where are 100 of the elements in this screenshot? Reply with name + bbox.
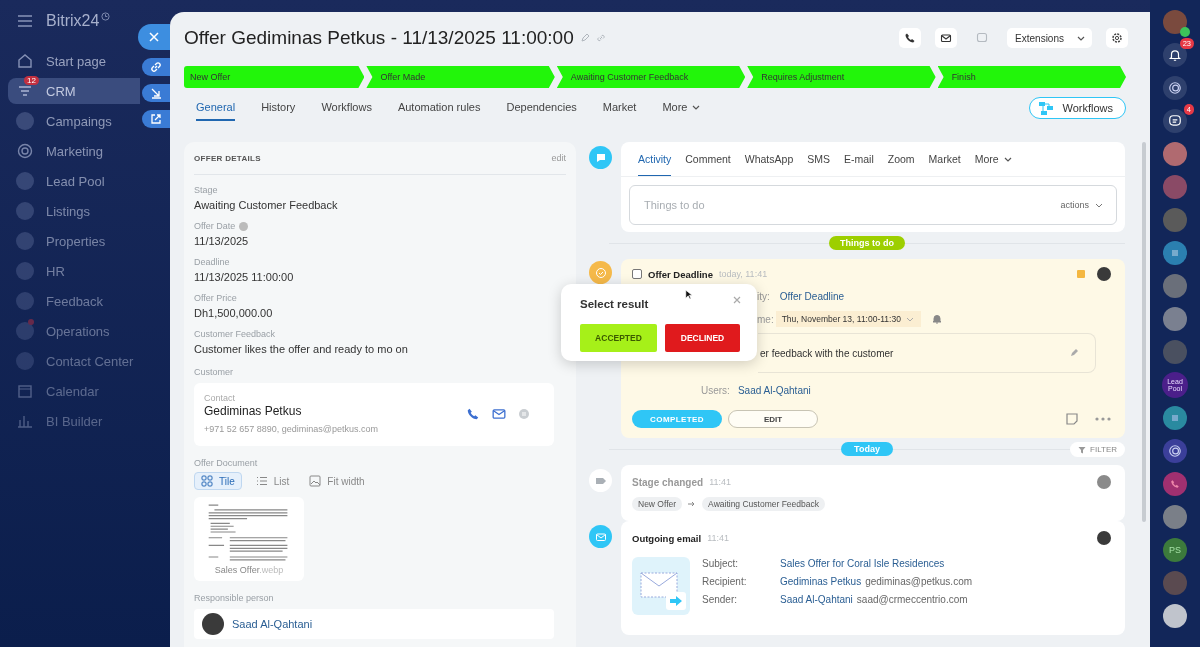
scrollbar-thumb[interactable] [1142, 142, 1146, 522]
color-marker-icon[interactable] [1077, 270, 1085, 278]
minimize-button[interactable] [142, 84, 170, 102]
section-pill: Today [841, 442, 893, 456]
view-option[interactable]: List [249, 472, 296, 490]
tab[interactable]: Comment [685, 142, 731, 176]
email-link[interactable]: Gediminas Petkus [780, 576, 862, 587]
menu-icon[interactable] [16, 12, 34, 30]
decline-button[interactable]: DECLINED [665, 324, 740, 352]
square-icon [1170, 248, 1180, 258]
tab[interactable]: E-mail [844, 142, 874, 176]
email-address: gediminas@petkus.com [865, 576, 973, 587]
field-label: me: [757, 313, 774, 325]
tab[interactable]: SMS [807, 142, 830, 176]
contact-name[interactable]: Gediminas Petkus [204, 404, 454, 418]
open-window-button[interactable] [142, 110, 170, 128]
avatar [1097, 475, 1111, 489]
tab[interactable]: Dependencies [506, 95, 577, 121]
filter-button[interactable]: FILTER [1070, 442, 1125, 457]
avatar[interactable] [1163, 142, 1187, 166]
circle-icon [16, 232, 34, 250]
nav-item[interactable]: Listings [8, 198, 140, 224]
field-label: Offer Price [194, 293, 237, 303]
nav-item[interactable]: Start page [8, 48, 140, 74]
activity-link[interactable]: Offer Deadline [779, 290, 845, 302]
tab[interactable]: More [662, 95, 702, 121]
email-button[interactable] [935, 28, 958, 48]
target-icon [16, 142, 34, 160]
copilot-button[interactable] [1163, 76, 1187, 100]
email-link[interactable]: Sales Offer for Coral Isle Residences [780, 558, 945, 569]
view-option[interactable]: Fit width [303, 472, 371, 490]
settings-button[interactable] [1106, 28, 1128, 48]
nav-item[interactable]: HR [8, 258, 140, 284]
actions-dropdown[interactable]: actions [1060, 200, 1104, 210]
avatar[interactable] [1163, 604, 1187, 628]
bell-icon[interactable] [930, 313, 943, 325]
home-icon [16, 52, 34, 70]
nav-item[interactable]: 12 CRM [8, 78, 140, 104]
stage-step[interactable]: Awaiting Customer Feedback [556, 66, 746, 88]
file-tile[interactable]: Sales Offer.webp [194, 497, 304, 581]
user-link[interactable]: Saad Al-Qahtani [737, 385, 811, 396]
extensions-dropdown[interactable]: Extensions [1007, 28, 1092, 48]
pencil-icon[interactable] [1069, 348, 1079, 358]
app-button[interactable] [1163, 406, 1187, 430]
chat-button[interactable] [1163, 109, 1187, 133]
user-link[interactable]: Saad Al-Qahtani [232, 618, 313, 630]
tab[interactable]: Zoom [887, 142, 915, 176]
checkbox[interactable] [632, 269, 642, 279]
nav-item[interactable]: Properties [8, 228, 140, 254]
envelope-icon [589, 525, 612, 548]
email-link[interactable]: Saad Al-Qahtani [780, 594, 853, 605]
stage-step[interactable]: Offer Made [366, 66, 555, 88]
close-button[interactable] [138, 24, 170, 50]
avatar[interactable] [1163, 505, 1187, 529]
stage-step[interactable]: Finish [937, 66, 1127, 88]
tab[interactable]: Activity [638, 142, 672, 176]
nav-item[interactable]: Marketing [8, 138, 140, 164]
todo-input-field[interactable]: Things to do actions [629, 185, 1117, 225]
tab[interactable]: Automation rules [397, 95, 481, 121]
avatar[interactable]: PS [1163, 538, 1187, 562]
tab[interactable]: Market [602, 95, 637, 121]
mail-icon[interactable] [492, 406, 506, 421]
copy-link-button[interactable] [142, 58, 170, 76]
avatar[interactable] [1163, 10, 1187, 34]
logo[interactable]: Bitrix24 [46, 12, 100, 30]
description-box[interactable]: er feedback with the customer [758, 333, 1096, 373]
phone-icon[interactable] [466, 406, 480, 421]
field-value: 11/13/2025 11:00:00 [194, 271, 295, 283]
tab[interactable]: History [261, 95, 296, 121]
section-pill: Things to do [829, 236, 905, 250]
note-icon[interactable] [1065, 412, 1079, 426]
avatar[interactable] [1163, 307, 1187, 331]
funnel-icon [1078, 445, 1087, 454]
edit-button[interactable]: EDIT [728, 410, 818, 428]
accept-button[interactable]: ACCEPTED [580, 324, 657, 352]
close-icon[interactable] [733, 296, 741, 304]
nav-item[interactable]: Campaings [8, 108, 140, 134]
view-option[interactable]: Tile [194, 472, 242, 490]
call-button[interactable] [899, 28, 922, 48]
tab[interactable]: Market [928, 142, 961, 176]
workflows-button[interactable]: Workflows [1029, 97, 1126, 119]
time-dropdown[interactable]: Thu, November 13, 11:00-11:30 [775, 311, 921, 327]
tab[interactable]: More [974, 142, 1013, 176]
field-label: Users: [701, 385, 730, 396]
close-icon [148, 31, 160, 43]
event-title: Outgoing email [632, 532, 702, 544]
nav-item[interactable]: Feedback [8, 288, 140, 314]
tag-icon [589, 469, 612, 492]
app-button[interactable] [1163, 241, 1187, 265]
arrow-down-right-icon [150, 87, 162, 99]
stage-step[interactable]: New Offer [184, 66, 365, 88]
tab[interactable]: WhatsApp [744, 142, 794, 176]
tab[interactable]: Workflows [321, 95, 372, 121]
settings-icon [1111, 32, 1123, 44]
link-icon [150, 61, 162, 73]
copilot-button[interactable] [1163, 439, 1187, 463]
nav-item[interactable]: Lead Pool [8, 168, 140, 194]
tab[interactable]: General [196, 95, 236, 121]
phone-icon [1170, 479, 1180, 489]
stage-step[interactable]: Requires Adjustment [747, 66, 936, 88]
